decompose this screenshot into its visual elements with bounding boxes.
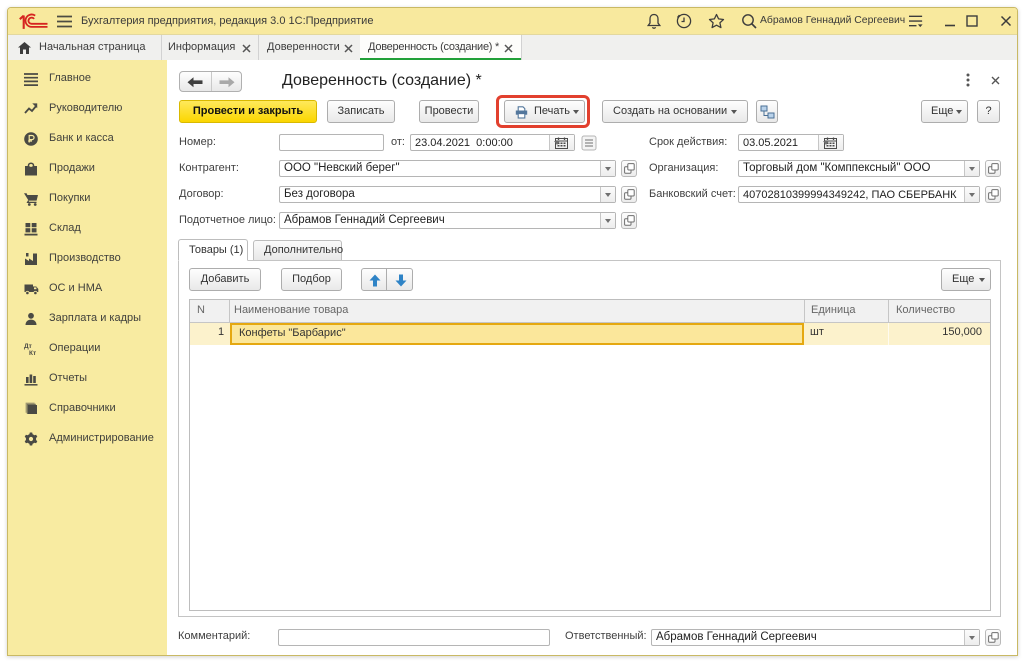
svg-text:Дт: Дт [24, 343, 32, 350]
svg-text:Кт: Кт [29, 350, 36, 356]
